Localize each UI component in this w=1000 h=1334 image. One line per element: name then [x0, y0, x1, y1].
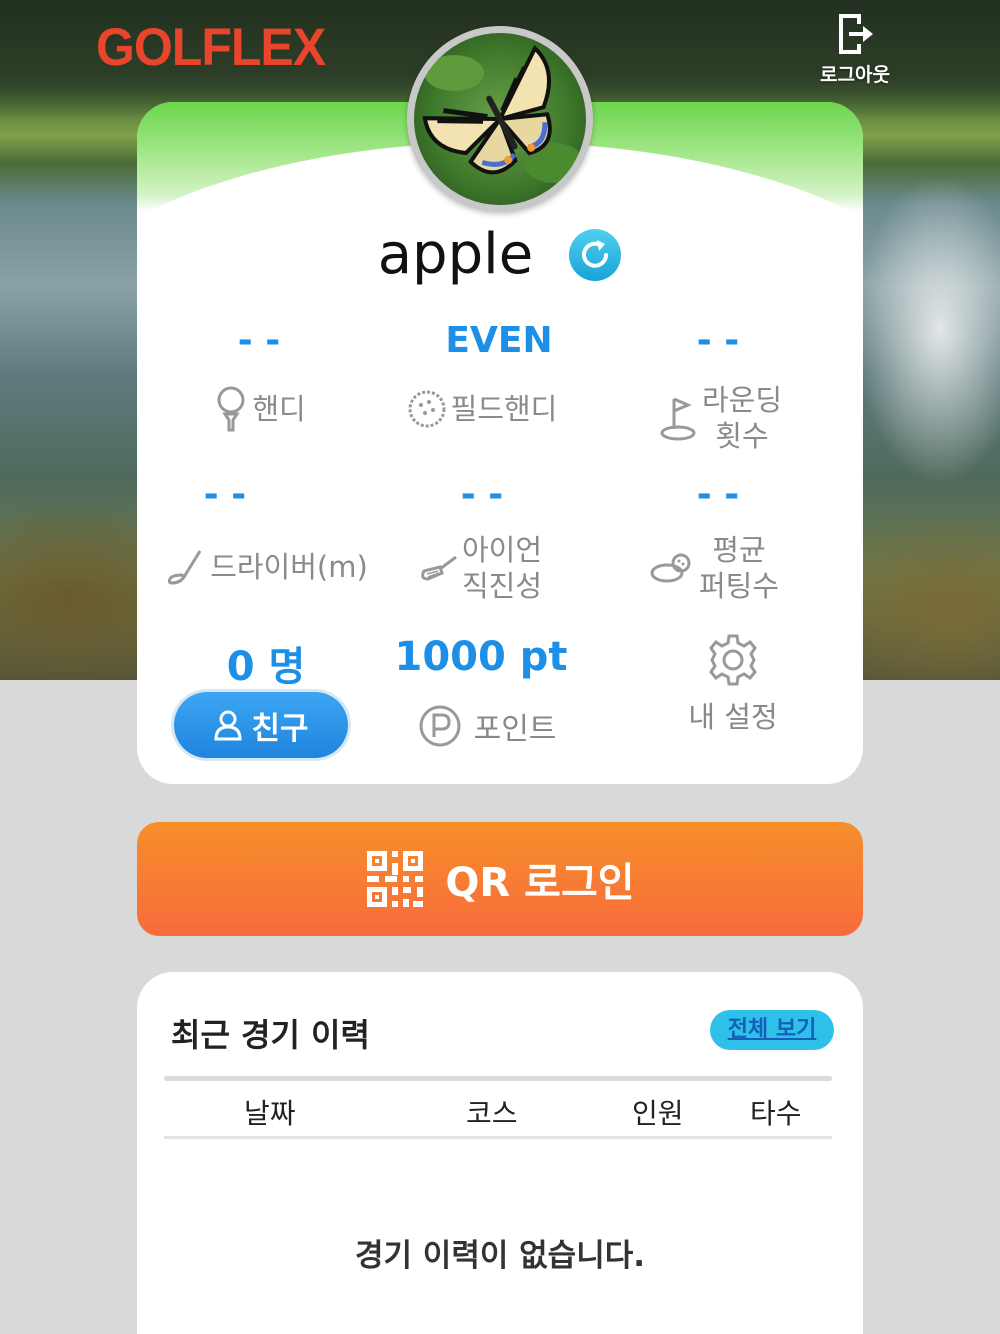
history-divider [164, 1076, 832, 1081]
app-logo: GOLFLEX [96, 17, 326, 77]
qr-code-icon [367, 851, 424, 907]
butterfly-icon [422, 45, 584, 183]
person-icon [214, 710, 242, 741]
handicap-label: 핸디 [180, 384, 340, 434]
handicap-value: - - [237, 320, 281, 361]
settings-button[interactable]: 내 설정 [668, 632, 798, 736]
putting-icon [650, 553, 691, 583]
column-course: 코스 [466, 1097, 518, 1130]
rounds-label: 라운딩 횟수 [640, 380, 800, 456]
friends-button-label: 친구 [251, 710, 309, 747]
logout-button[interactable]: 로그아웃 [812, 12, 898, 87]
column-date: 날짜 [244, 1097, 296, 1130]
friends-button[interactable]: 친구 [174, 692, 348, 758]
iron-value: - - [460, 474, 504, 515]
avatar[interactable] [407, 26, 593, 212]
points-value: 1000 pt [394, 634, 568, 680]
history-title: 최근 경기 이력 [171, 1016, 370, 1054]
driver-value: - - [203, 474, 247, 515]
empty-history-message: 경기 이력이 없습니다. [354, 1238, 646, 1274]
driver-label: 드라이버(m) [164, 542, 370, 592]
driver-club-icon [168, 550, 202, 585]
settings-label: 내 설정 [688, 700, 778, 734]
field-handicap-value: EVEN [445, 320, 553, 361]
points-button[interactable]: 포인트 [402, 698, 572, 754]
iron-label: 아이언 직진성 [400, 530, 560, 606]
golf-tee-icon [217, 386, 245, 432]
points-icon [419, 705, 461, 747]
golf-flag-icon [660, 397, 696, 441]
putting-value: - - [696, 474, 740, 515]
history-header-divider [164, 1136, 832, 1139]
history-table-header: 날짜 코스 인원 타수 [164, 1092, 832, 1136]
username: apple [377, 222, 534, 287]
avatar-image [414, 33, 586, 205]
column-players: 인원 [632, 1097, 684, 1130]
qr-login-label: QR 로그인 [445, 860, 635, 906]
field-handicap-label: 필드핸디 [392, 384, 572, 434]
refresh-icon[interactable] [568, 228, 622, 282]
gear-icon [709, 634, 757, 686]
iron-club-icon [421, 555, 457, 581]
rounds-value: - - [696, 320, 740, 361]
golf-ball-icon [408, 390, 446, 428]
match-history-card: 최근 경기 이력 전체 보기 날짜 코스 인원 타수 경기 이력이 없습니다. [137, 972, 863, 1334]
logout-label: 로그아웃 [820, 64, 890, 86]
friends-count: 0 명 [226, 644, 306, 690]
logout-icon [839, 14, 873, 54]
username-row: apple [137, 222, 863, 287]
putting-label: 평균 퍼팅수 [634, 530, 794, 606]
points-label: 포인트 [473, 712, 557, 747]
qr-login-button[interactable]: QR 로그인 [137, 822, 863, 936]
view-all-button[interactable]: 전체 보기 [710, 1010, 834, 1050]
column-strokes: 타수 [750, 1097, 802, 1130]
